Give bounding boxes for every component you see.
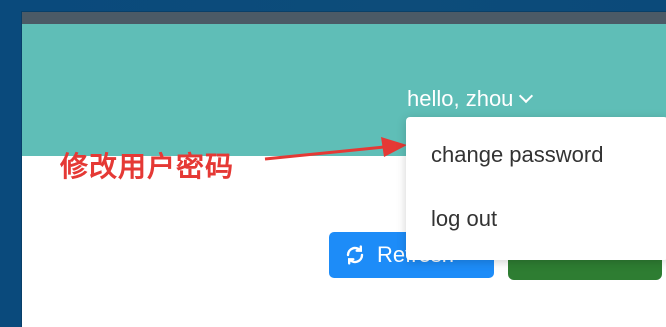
chevron-down-icon [519, 88, 534, 104]
user-dropdown-menu: change password log out [406, 117, 666, 260]
menu-item-change-password[interactable]: change password [406, 127, 666, 183]
user-menu-trigger[interactable]: hello, zhou [407, 86, 534, 112]
annotation-label: 修改用户密码 [60, 151, 235, 182]
refresh-icon [346, 245, 364, 265]
window-top-strip [22, 12, 666, 24]
menu-item-log-out[interactable]: log out [406, 191, 666, 247]
user-greeting-label: hello, zhou [407, 86, 514, 111]
